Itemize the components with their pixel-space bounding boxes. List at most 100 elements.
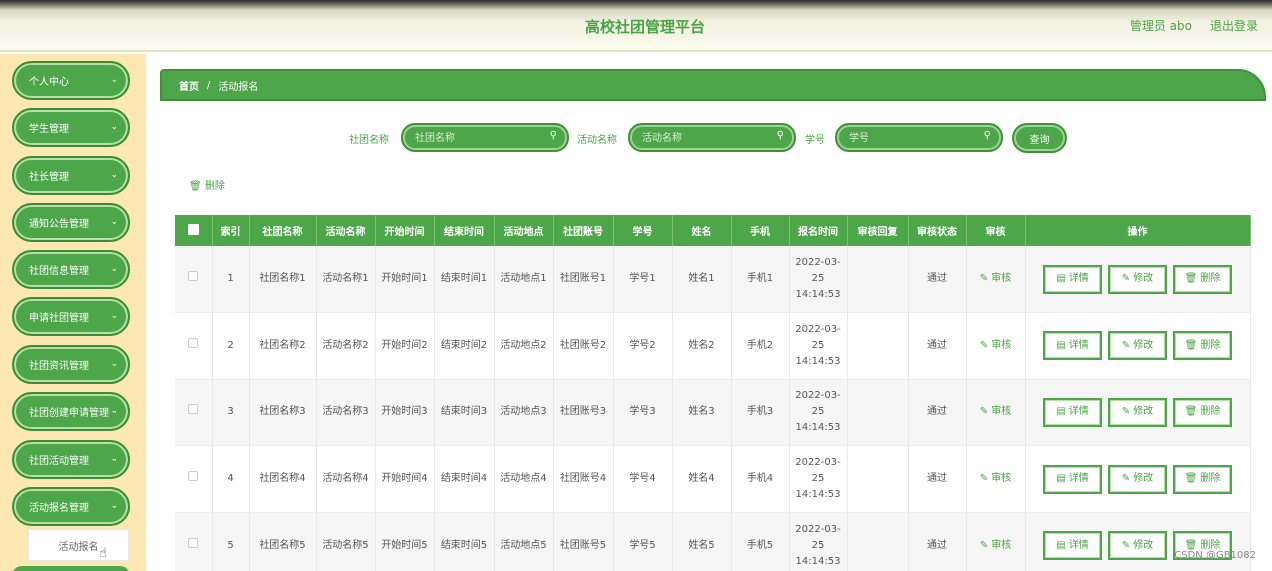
search-icon: ⚲ [983, 130, 991, 141]
chevron-down-icon: ⌄ [110, 217, 118, 227]
batch-delete-button[interactable]: 🗑 删除 [189, 177, 225, 192]
delete-button[interactable]: 🗑 删除 [1173, 264, 1232, 294]
sidebar-item-label: 通知公告管理 [29, 219, 89, 230]
audit-link[interactable]: ✎ 审核 [980, 540, 1012, 551]
cell-club: 社团名称5 [249, 512, 317, 571]
detail-button[interactable]: ▤ 详情 [1043, 531, 1102, 561]
cell-account: 社团账号2 [553, 312, 614, 380]
edit-button[interactable]: ✎ 修改 [1108, 264, 1167, 294]
cell-phone: 手机3 [731, 379, 790, 447]
detail-label: 详情 [1068, 406, 1089, 418]
column-header: 手机 [731, 215, 790, 246]
sidebar-item-1[interactable]: 个人中心 ⌄ [12, 61, 130, 100]
delete-button[interactable]: 🗑 删除 [1173, 397, 1232, 427]
sidebar-item-label: 学生管理 [29, 124, 69, 135]
audit-label: 审核 [991, 539, 1012, 551]
chevron-down-icon: ⌄ [110, 75, 118, 85]
activity-name-search[interactable]: ⚲ [628, 123, 796, 152]
sidebar-item-8[interactable]: 社团创建申请管理 ⌄ [12, 392, 130, 431]
audit-link[interactable]: ✎ 审核 [980, 273, 1012, 284]
edit-label: 修改 [1133, 473, 1154, 485]
audit-link[interactable]: ✎ 审核 [980, 340, 1012, 351]
student-no-search[interactable]: ⚲ [835, 123, 1003, 152]
cell-index: 3 [212, 379, 250, 447]
document-icon: ▤ [1056, 339, 1066, 351]
table-row: 2 社团名称2 活动名称2 开始时间2 结束时间2 活动地点2 社团账号2 学号2 姓名2 手机2… [175, 312, 1251, 380]
detail-button[interactable]: ▤ 详情 [1043, 397, 1102, 427]
student-no-input[interactable] [849, 130, 979, 146]
cell-club: 社团名称2 [249, 312, 317, 380]
cell-signup-time: 2022-03-25 14:14:53 [789, 445, 848, 513]
sidebar-item-5[interactable]: 社团信息管理 ⌄ [12, 250, 130, 289]
cell-activity: 活动名称1 [316, 246, 376, 314]
cell-reply [847, 512, 909, 571]
document-icon: ▤ [1056, 539, 1066, 551]
sidebar-item-partial[interactable] [12, 566, 130, 571]
detail-label: 详情 [1068, 339, 1089, 351]
column-header: 报名时间 [789, 215, 848, 246]
row-checkbox[interactable] [188, 337, 199, 348]
cell-student-no: 学号2 [613, 312, 673, 380]
cell-reply [847, 445, 909, 513]
audit-link[interactable]: ✎ 审核 [980, 473, 1012, 484]
sidebar-item-7[interactable]: 社团资讯管理 ⌄ [12, 345, 130, 384]
edit-button[interactable]: ✎ 修改 [1108, 531, 1167, 561]
detail-button[interactable]: ▤ 详情 [1043, 264, 1102, 294]
detail-label: 详情 [1068, 473, 1089, 485]
audit-link[interactable]: ✎ 审核 [980, 406, 1012, 417]
logout-link[interactable]: 退出登录 [1210, 17, 1258, 34]
edit-button[interactable]: ✎ 修改 [1108, 331, 1167, 361]
column-header: 社团账号 [553, 215, 614, 246]
document-icon: ▤ [1056, 473, 1066, 485]
row-checkbox[interactable] [188, 271, 199, 282]
edit-button[interactable]: ✎ 修改 [1108, 464, 1167, 494]
edit-label: 修改 [1133, 273, 1154, 285]
activity-name-input[interactable] [642, 130, 772, 146]
cell-name: 姓名1 [672, 246, 732, 314]
activity-name-label: 活动名称 [577, 135, 617, 146]
sidebar-item-4[interactable]: 通知公告管理 ⌄ [12, 203, 130, 242]
cell-reply [847, 379, 909, 447]
cell-phone: 手机1 [731, 246, 790, 314]
cell-start: 开始时间2 [375, 312, 435, 380]
cell-phone: 手机2 [731, 312, 790, 380]
edit-button[interactable]: ✎ 修改 [1108, 397, 1167, 427]
search-icon: ⚲ [549, 130, 557, 141]
cell-index: 5 [212, 512, 250, 571]
sidebar-item-10[interactable]: 活动报名管理 ⌄ [12, 487, 130, 526]
cell-club: 社团名称3 [249, 379, 317, 447]
cell-student-no: 学号3 [613, 379, 673, 447]
cell-status: 通过 [908, 379, 967, 447]
cell-end: 结束时间3 [434, 379, 495, 447]
breadcrumb-home[interactable]: 首页 [179, 78, 199, 93]
sidebar-item-2[interactable]: 学生管理 ⌄ [12, 108, 130, 147]
sidebar-item-9[interactable]: 社团活动管理 ⌄ [12, 440, 130, 479]
delete-button[interactable]: 🗑 删除 [1173, 464, 1232, 494]
query-button[interactable]: 查询 [1012, 123, 1067, 153]
sidebar-item-label: 个人中心 [29, 77, 69, 88]
row-checkbox[interactable] [188, 537, 199, 548]
select-all-checkbox[interactable] [187, 223, 199, 235]
table-header-row: 索引 社团名称 活动名称 开始时间 结束时间 活动地点 社团账号 学号 姓名 手机 报名时间 审核回复… [175, 215, 1251, 246]
cell-name: 姓名3 [672, 379, 732, 447]
club-name-search[interactable]: ⚲ [401, 123, 569, 152]
cell-start: 开始时间4 [375, 445, 435, 513]
delete-label: 删除 [1200, 473, 1221, 485]
sidebar-item-3[interactable]: 社长管理 ⌄ [12, 156, 130, 195]
sidebar-subitem-activity-signup[interactable]: 活动报名 [28, 529, 129, 561]
sidebar-item-6[interactable]: 申请社团管理 ⌄ [12, 297, 130, 336]
delete-label: 删除 [1200, 339, 1221, 351]
detail-button[interactable]: ▤ 详情 [1043, 331, 1102, 361]
cell-signup-time: 2022-03-25 14:14:53 [789, 246, 848, 314]
cell-end: 结束时间2 [434, 312, 495, 380]
delete-button[interactable]: 🗑 删除 [1173, 331, 1232, 361]
detail-button[interactable]: ▤ 详情 [1043, 464, 1102, 494]
pencil-icon: ✎ [979, 539, 989, 551]
row-checkbox[interactable] [188, 471, 199, 482]
cell-club: 社团名称1 [249, 246, 317, 314]
club-name-input[interactable] [415, 130, 545, 146]
pencil-icon: ✎ [1121, 473, 1131, 485]
row-checkbox[interactable] [188, 404, 199, 415]
audit-label: 审核 [991, 473, 1012, 485]
cell-student-no: 学号5 [613, 512, 673, 571]
